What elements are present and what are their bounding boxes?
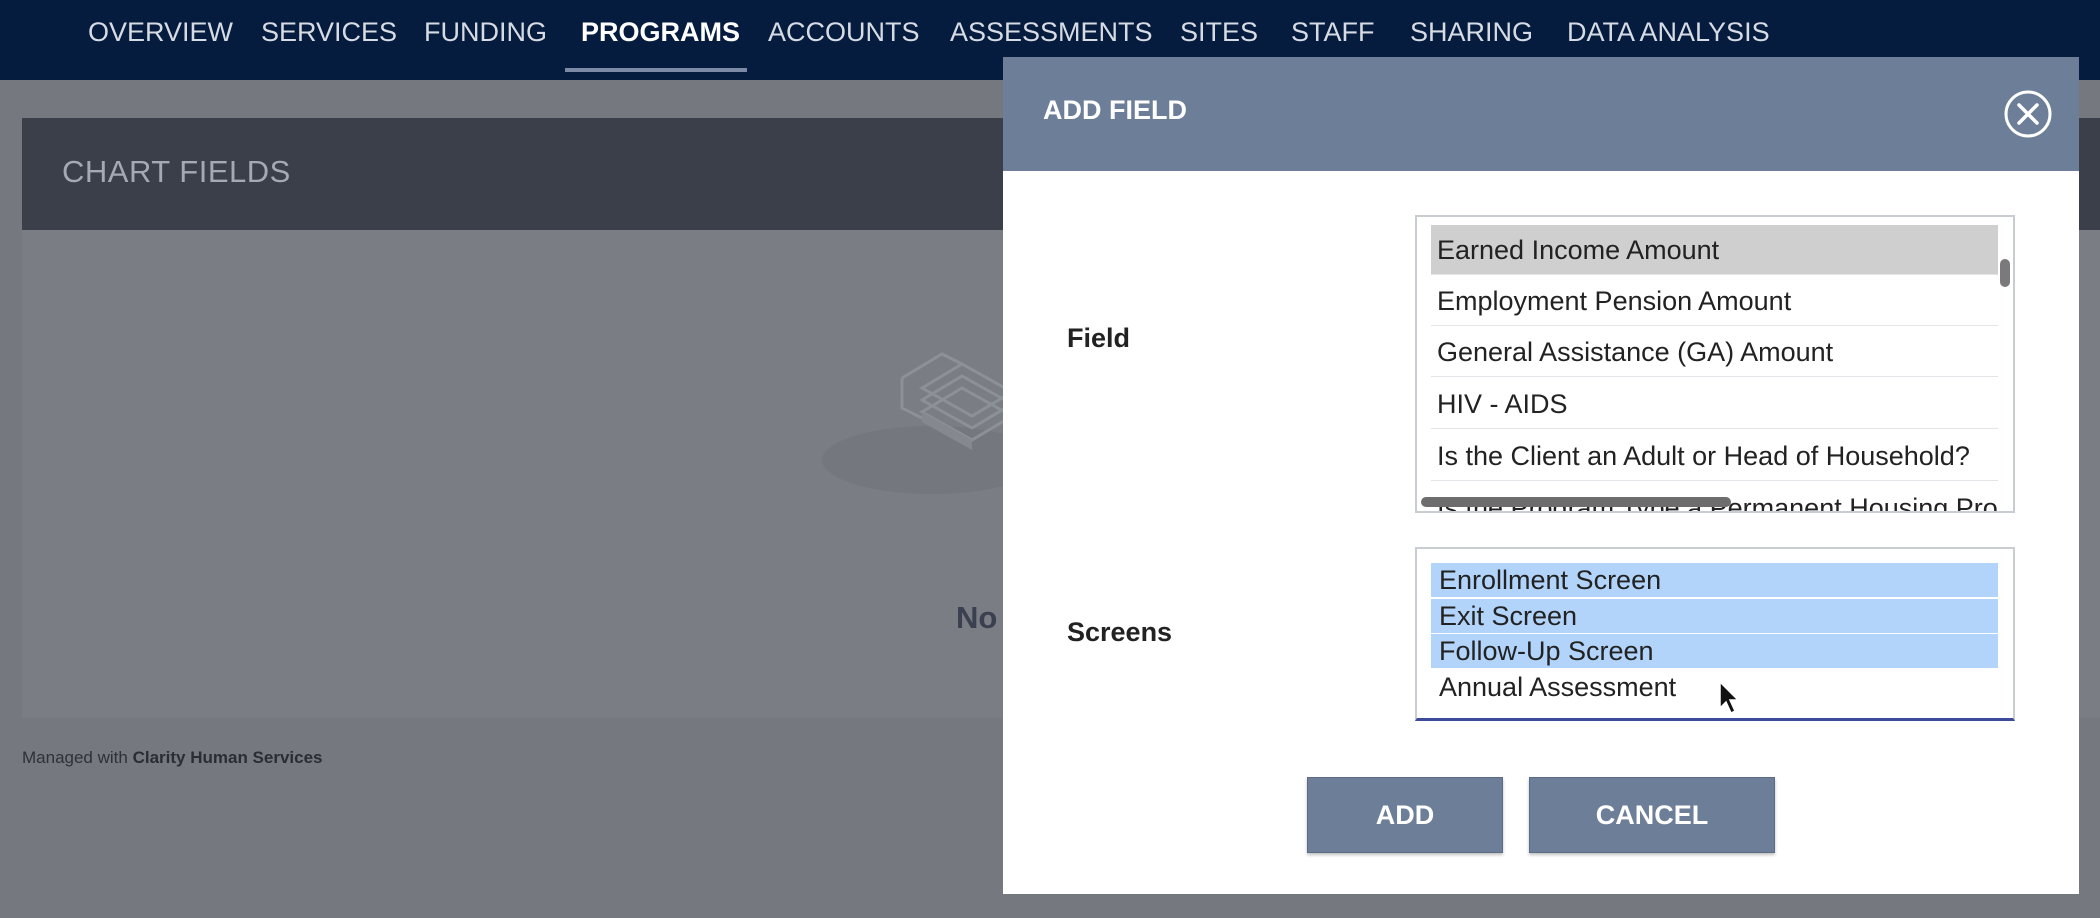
nav-item-funding[interactable]: FUNDING <box>424 12 547 52</box>
field-option[interactable]: General Assistance (GA) Amount <box>1431 327 1998 377</box>
nav-item-data-analysis[interactable]: DATA ANALYSIS <box>1567 12 1770 52</box>
vertical-scrollbar-thumb[interactable] <box>2000 259 2010 287</box>
screens-label: Screens <box>1067 617 1173 647</box>
add-field-dialog: ADD FIELD Field Earned Income Amount Emp… <box>1003 57 2079 894</box>
dialog-title: ADD FIELD <box>1043 95 1187 125</box>
nav-item-accounts[interactable]: ACCOUNTS <box>768 12 920 52</box>
active-tab-indicator <box>565 68 747 72</box>
screen-option[interactable]: Annual Assessment <box>1431 670 1998 704</box>
screen-option[interactable]: Follow-Up Screen <box>1431 634 1998 668</box>
add-button[interactable]: ADD <box>1307 777 1503 853</box>
cancel-button[interactable]: CANCEL <box>1529 777 1775 853</box>
nav-item-sharing[interactable]: SHARING <box>1410 12 1533 52</box>
field-option[interactable]: HIV - AIDS <box>1431 379 1998 429</box>
field-option[interactable]: Employment Pension Amount <box>1431 276 1998 326</box>
footer: Managed with Clarity Human Services <box>22 748 323 768</box>
field-option[interactable]: Earned Income Amount <box>1431 225 1998 275</box>
empty-state-text: No <box>956 600 998 635</box>
nav-item-programs[interactable]: PROGRAMS <box>581 12 740 52</box>
nav-item-assessments[interactable]: ASSESSMENTS <box>950 12 1153 52</box>
screens-multiselect[interactable]: Enrollment Screen Exit Screen Follow-Up … <box>1415 547 2015 721</box>
footer-prefix: Managed with <box>22 748 133 767</box>
close-icon[interactable] <box>2003 89 2053 139</box>
mouse-cursor-icon <box>1719 680 1740 715</box>
dialog-header: ADD FIELD <box>1003 57 2079 171</box>
field-select-list[interactable]: Earned Income Amount Employment Pension … <box>1415 215 2015 513</box>
panel-title: CHART FIELDS <box>62 154 291 189</box>
nav-item-sites[interactable]: SITES <box>1180 12 1258 52</box>
nav-item-services[interactable]: SERVICES <box>261 12 397 52</box>
field-option[interactable]: Is the Client an Adult or Head of Househ… <box>1431 431 1998 481</box>
nav-item-staff[interactable]: STAFF <box>1291 12 1375 52</box>
horizontal-scrollbar-thumb[interactable] <box>1421 497 1731 507</box>
field-label: Field <box>1067 323 1131 353</box>
empty-state-illustration-icon <box>822 352 1032 494</box>
screen-option[interactable]: Exit Screen <box>1431 599 1998 633</box>
screen-option[interactable]: Enrollment Screen <box>1431 563 1998 597</box>
nav-item-overview[interactable]: OVERVIEW <box>88 12 233 52</box>
footer-brand[interactable]: Clarity Human Services <box>133 748 323 767</box>
